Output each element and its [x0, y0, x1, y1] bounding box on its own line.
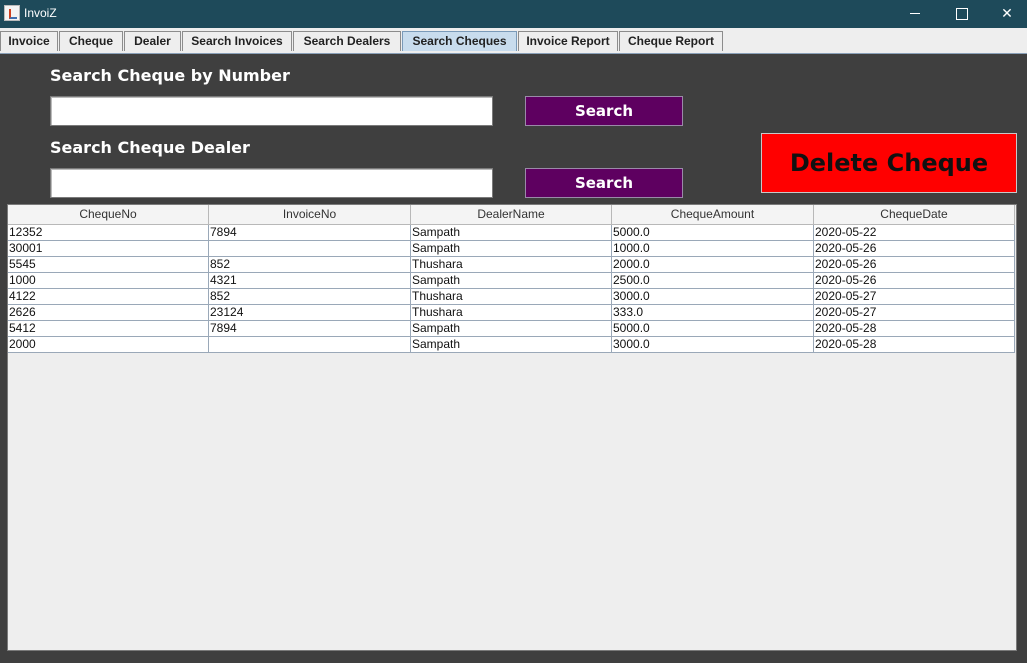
- search-by-number-button[interactable]: Search: [525, 96, 683, 126]
- cell-chequeno[interactable]: 5412: [8, 321, 209, 337]
- cell-chequedate[interactable]: 2020-05-26: [814, 273, 1015, 289]
- table-row[interactable]: 5545 852 Thushara 2000.0 2020-05-26: [8, 257, 1015, 273]
- cell-invoiceno[interactable]: 7894: [209, 225, 411, 241]
- table-row[interactable]: 4122 852 Thushara 3000.0 2020-05-27: [8, 289, 1015, 305]
- cheques-table: ChequeNo InvoiceNo DealerName ChequeAmou…: [7, 204, 1017, 651]
- dealer-name-input[interactable]: [50, 168, 493, 198]
- cell-invoiceno[interactable]: [209, 337, 411, 353]
- column-header-invoiceno[interactable]: InvoiceNo: [209, 205, 411, 225]
- cell-chequedate[interactable]: 2020-05-27: [814, 305, 1015, 321]
- cell-dealername[interactable]: Thushara: [411, 257, 612, 273]
- cell-chequeamount[interactable]: 2500.0: [612, 273, 814, 289]
- search-by-dealer-label: Search Cheque Dealer: [50, 138, 250, 157]
- cheque-number-input[interactable]: [50, 96, 493, 126]
- title-bar: InvoiZ ✕: [0, 0, 1027, 28]
- column-header-chequeno[interactable]: ChequeNo: [8, 205, 209, 225]
- cell-chequedate[interactable]: 2020-05-26: [814, 257, 1015, 273]
- table-row[interactable]: 2626 23124 Thushara 333.0 2020-05-27: [8, 305, 1015, 321]
- cell-chequedate[interactable]: 2020-05-22: [814, 225, 1015, 241]
- cell-dealername[interactable]: Thushara: [411, 305, 612, 321]
- cell-dealername[interactable]: Sampath: [411, 337, 612, 353]
- table-row[interactable]: 2000 Sampath 3000.0 2020-05-28: [8, 337, 1015, 353]
- tab-dealer[interactable]: Dealer: [124, 31, 181, 51]
- cell-chequedate[interactable]: 2020-05-26: [814, 241, 1015, 257]
- tab-invoice[interactable]: Invoice: [0, 31, 58, 51]
- table-body: 12352 7894 Sampath 5000.0 2020-05-22 300…: [8, 225, 1015, 353]
- cell-invoiceno[interactable]: 852: [209, 257, 411, 273]
- minimize-icon[interactable]: [892, 0, 938, 28]
- cell-chequeamount[interactable]: 333.0: [612, 305, 814, 321]
- tab-search-dealers[interactable]: Search Dealers: [293, 31, 401, 51]
- search-by-dealer-button[interactable]: Search: [525, 168, 683, 198]
- window-title: InvoiZ: [24, 6, 57, 20]
- cell-chequeamount[interactable]: 2000.0: [612, 257, 814, 273]
- cell-invoiceno[interactable]: 23124: [209, 305, 411, 321]
- cell-chequeamount[interactable]: 5000.0: [612, 225, 814, 241]
- tab-search-cheques[interactable]: Search Cheques: [402, 31, 517, 51]
- table-row[interactable]: 30001 Sampath 1000.0 2020-05-26: [8, 241, 1015, 257]
- cell-chequeno[interactable]: 4122: [8, 289, 209, 305]
- cell-invoiceno[interactable]: [209, 241, 411, 257]
- cell-chequeamount[interactable]: 5000.0: [612, 321, 814, 337]
- cell-chequeno[interactable]: 1000: [8, 273, 209, 289]
- table-row[interactable]: 1000 4321 Sampath 2500.0 2020-05-26: [8, 273, 1015, 289]
- cell-chequeno[interactable]: 2626: [8, 305, 209, 321]
- tab-cheque[interactable]: Cheque: [59, 31, 123, 51]
- column-header-dealername[interactable]: DealerName: [411, 205, 612, 225]
- cell-chequeno[interactable]: 30001: [8, 241, 209, 257]
- maximize-icon[interactable]: [938, 0, 984, 28]
- java-app-icon: [4, 5, 20, 21]
- cell-chequeno[interactable]: 12352: [8, 225, 209, 241]
- cell-chequeno[interactable]: 2000: [8, 337, 209, 353]
- tab-invoice-report[interactable]: Invoice Report: [518, 31, 618, 51]
- cell-invoiceno[interactable]: 4321: [209, 273, 411, 289]
- cell-dealername[interactable]: Sampath: [411, 225, 612, 241]
- cell-chequeamount[interactable]: 3000.0: [612, 337, 814, 353]
- table-row[interactable]: 5412 7894 Sampath 5000.0 2020-05-28: [8, 321, 1015, 337]
- tab-strip: Invoice Cheque Dealer Search Invoices Se…: [0, 28, 1027, 54]
- tab-search-invoices[interactable]: Search Invoices: [182, 31, 292, 51]
- table-header: ChequeNo InvoiceNo DealerName ChequeAmou…: [8, 205, 1015, 225]
- cell-invoiceno[interactable]: 852: [209, 289, 411, 305]
- cell-dealername[interactable]: Sampath: [411, 321, 612, 337]
- cell-dealername[interactable]: Sampath: [411, 241, 612, 257]
- tab-cheque-report[interactable]: Cheque Report: [619, 31, 723, 51]
- cell-chequeno[interactable]: 5545: [8, 257, 209, 273]
- cell-chequedate[interactable]: 2020-05-28: [814, 321, 1015, 337]
- cell-chequeamount[interactable]: 1000.0: [612, 241, 814, 257]
- delete-cheque-button[interactable]: Delete Cheque: [761, 133, 1017, 193]
- search-by-number-label: Search Cheque by Number: [50, 66, 290, 85]
- table-row[interactable]: 12352 7894 Sampath 5000.0 2020-05-22: [8, 225, 1015, 241]
- cell-chequedate[interactable]: 2020-05-28: [814, 337, 1015, 353]
- cell-dealername[interactable]: Thushara: [411, 289, 612, 305]
- cell-chequeamount[interactable]: 3000.0: [612, 289, 814, 305]
- cell-invoiceno[interactable]: 7894: [209, 321, 411, 337]
- column-header-chequeamount[interactable]: ChequeAmount: [612, 205, 814, 225]
- close-icon[interactable]: ✕: [984, 0, 1027, 28]
- cell-dealername[interactable]: Sampath: [411, 273, 612, 289]
- cell-chequedate[interactable]: 2020-05-27: [814, 289, 1015, 305]
- column-header-chequedate[interactable]: ChequeDate: [814, 205, 1015, 225]
